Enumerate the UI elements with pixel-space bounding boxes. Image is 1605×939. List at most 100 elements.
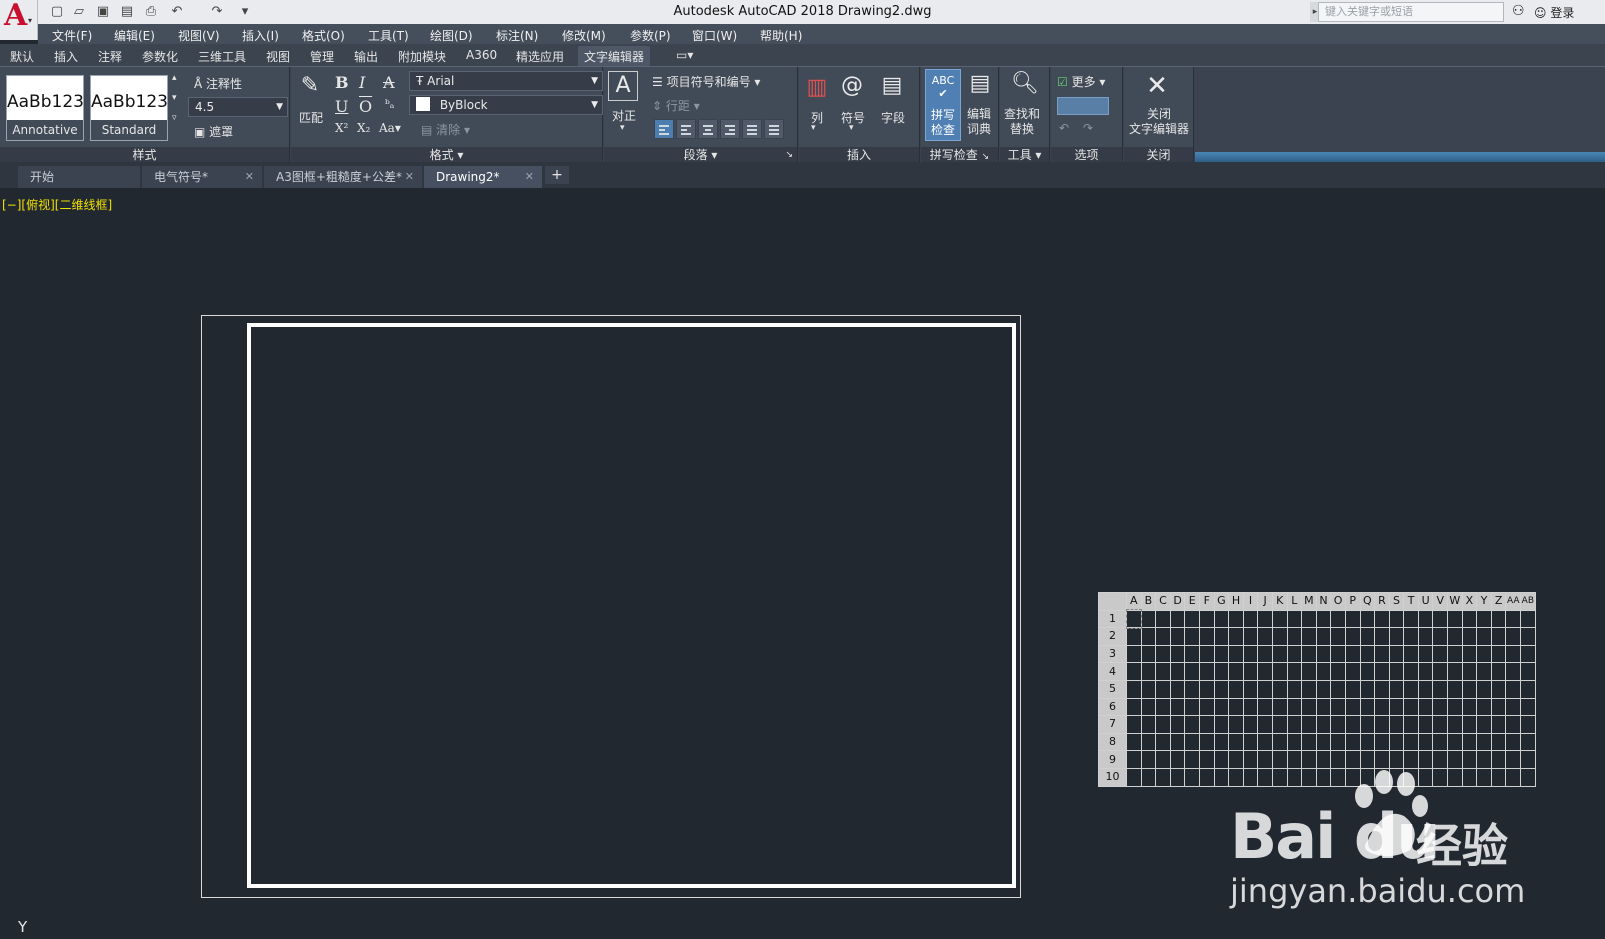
- ribbon-toggle-icon[interactable]: ▭▾: [676, 48, 693, 62]
- chevron-down-icon[interactable]: ▾: [849, 123, 854, 133]
- table-cell[interactable]: [1505, 609, 1522, 629]
- table-cell[interactable]: [1242, 715, 1259, 734]
- table-cell[interactable]: [1359, 679, 1376, 699]
- table-cell[interactable]: [1271, 750, 1288, 769]
- save-icon[interactable]: ▣: [94, 3, 112, 21]
- table-cell[interactable]: [1432, 644, 1449, 664]
- table-cell[interactable]: [1520, 732, 1536, 752]
- table-cell[interactable]: [1432, 627, 1449, 646]
- table-cell[interactable]: [1374, 609, 1390, 629]
- table-cell[interactable]: [1461, 679, 1478, 699]
- table-cell[interactable]: [1447, 679, 1463, 699]
- table-cell[interactable]: [1198, 732, 1215, 752]
- table-cell[interactable]: [1388, 732, 1405, 752]
- table-cell[interactable]: [1520, 715, 1536, 734]
- table-cell[interactable]: [1213, 732, 1230, 752]
- table-cell[interactable]: [1461, 715, 1478, 734]
- menu-window[interactable]: 窗口(W): [692, 27, 737, 44]
- field-label[interactable]: 字段: [881, 109, 905, 126]
- table-cell[interactable]: [1286, 644, 1303, 664]
- table-cell[interactable]: [1257, 715, 1273, 734]
- table-cell[interactable]: [1155, 697, 1171, 717]
- column-header[interactable]: Q: [1359, 592, 1376, 611]
- table-cell[interactable]: [1126, 750, 1142, 769]
- table-cell[interactable]: [1490, 697, 1507, 717]
- menu-format[interactable]: 格式(O): [302, 27, 345, 44]
- table-cell[interactable]: [1140, 767, 1157, 787]
- table-cell[interactable]: [1228, 697, 1244, 717]
- table-cell[interactable]: [1198, 715, 1215, 734]
- redo-icon[interactable]: ↷: [208, 3, 226, 21]
- table-cell[interactable]: [1257, 750, 1273, 769]
- table-cell[interactable]: [1286, 679, 1303, 699]
- table-cell[interactable]: [1505, 679, 1522, 699]
- table-cell[interactable]: [1315, 697, 1332, 717]
- table-cell[interactable]: [1447, 627, 1463, 646]
- file-tab-electrical[interactable]: 电气符号* ✕: [142, 166, 262, 188]
- menu-dimension[interactable]: 标注(N): [496, 27, 538, 44]
- close-icon[interactable]: ✕: [245, 166, 254, 188]
- column-header[interactable]: H: [1228, 592, 1244, 611]
- row-header[interactable]: 7: [1098, 715, 1127, 734]
- table-cell[interactable]: [1417, 609, 1434, 629]
- table-cell[interactable]: [1490, 715, 1507, 734]
- table-cell[interactable]: [1301, 644, 1317, 664]
- table-cell[interactable]: [1155, 715, 1171, 734]
- match-label[interactable]: 匹配: [299, 109, 323, 126]
- justify-icon[interactable]: A: [608, 71, 638, 101]
- table-cell[interactable]: [1213, 767, 1230, 787]
- table-cell[interactable]: [1505, 750, 1522, 769]
- search-input[interactable]: 键入关键字或短语: [1318, 2, 1504, 22]
- change-case-icon[interactable]: Aa▾: [379, 121, 401, 135]
- table-cell[interactable]: [1476, 627, 1492, 646]
- table-cell[interactable]: [1447, 609, 1463, 629]
- table-cell[interactable]: [1213, 609, 1230, 629]
- column-header[interactable]: L: [1286, 592, 1303, 611]
- file-tab-a3-frame[interactable]: A3图框+粗糙度+公差* ✕: [264, 166, 422, 188]
- table-cell[interactable]: [1242, 697, 1259, 717]
- match-brush-icon[interactable]: ✎: [295, 73, 325, 98]
- table-cell[interactable]: [1126, 767, 1142, 787]
- table-cell[interactable]: [1417, 627, 1434, 646]
- table-cell[interactable]: [1126, 662, 1142, 681]
- table-cell[interactable]: [1228, 732, 1244, 752]
- table-cell[interactable]: [1140, 715, 1157, 734]
- app-menu-button[interactable]: A ▾: [0, 0, 38, 40]
- table-cell[interactable]: [1169, 767, 1186, 787]
- dictionary-icon[interactable]: ▤: [965, 71, 995, 96]
- table-cell[interactable]: [1198, 679, 1215, 699]
- table-cell[interactable]: [1344, 609, 1361, 629]
- table-cell[interactable]: [1228, 679, 1244, 699]
- table-cell[interactable]: [1447, 644, 1463, 664]
- table-cell[interactable]: [1315, 609, 1332, 629]
- table-cell[interactable]: [1198, 644, 1215, 664]
- table-cell[interactable]: [1198, 750, 1215, 769]
- mask-button[interactable]: ▣ 遮罩: [194, 123, 233, 140]
- table-cell[interactable]: [1403, 715, 1419, 734]
- column-header[interactable]: F: [1198, 592, 1215, 611]
- login-button[interactable]: ☺ 登录: [1534, 4, 1574, 21]
- close-editor-label[interactable]: 关闭 文字编辑器: [1128, 107, 1190, 137]
- table-cell[interactable]: [1447, 732, 1463, 752]
- table-cell[interactable]: [1315, 732, 1332, 752]
- table-cell[interactable]: [1228, 644, 1244, 664]
- align-left-button[interactable]: [676, 119, 696, 139]
- table-cell[interactable]: [1403, 644, 1419, 664]
- table-cell[interactable]: [1315, 627, 1332, 646]
- table-cell[interactable]: [1403, 662, 1419, 681]
- bullets-button[interactable]: ☰ 项目符号和编号 ▾: [652, 73, 760, 90]
- table-cell[interactable]: [1301, 662, 1317, 681]
- table-cell[interactable]: [1198, 697, 1215, 717]
- table-cell[interactable]: [1228, 609, 1244, 629]
- table-cell[interactable]: [1257, 662, 1273, 681]
- table-cell[interactable]: [1140, 679, 1157, 699]
- menu-help[interactable]: 帮助(H): [760, 27, 802, 44]
- table-corner-cell[interactable]: [1098, 592, 1127, 611]
- open-file-icon[interactable]: ▱: [70, 3, 88, 21]
- table-cell[interactable]: [1432, 609, 1449, 629]
- table-cell[interactable]: [1271, 679, 1288, 699]
- column-header[interactable]: Y: [1476, 592, 1492, 611]
- table-cell[interactable]: [1228, 750, 1244, 769]
- table-cell[interactable]: [1388, 750, 1405, 769]
- table-cell[interactable]: [1359, 697, 1376, 717]
